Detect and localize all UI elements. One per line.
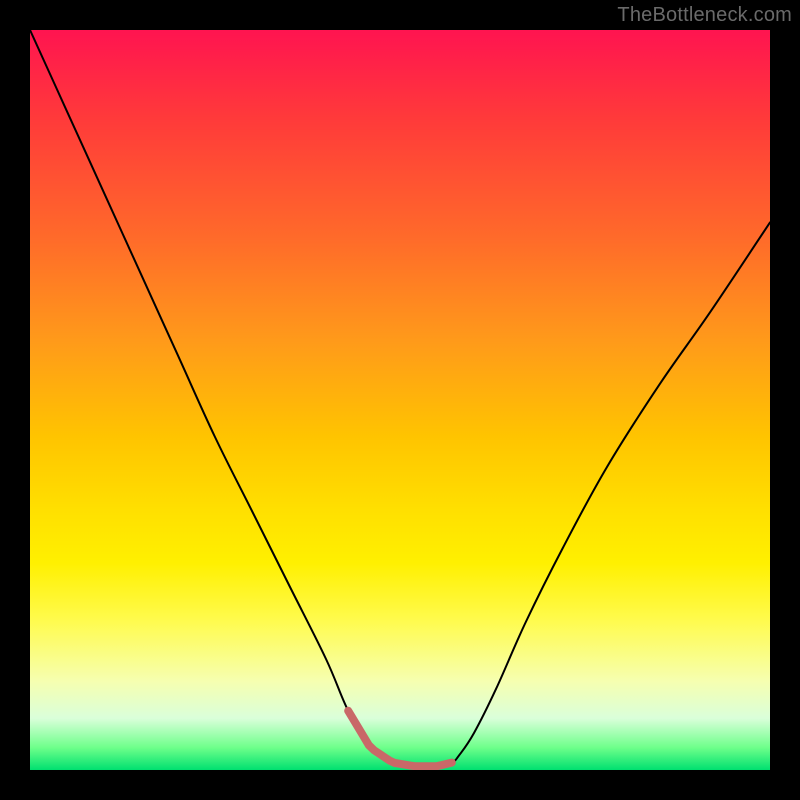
highlight-band [348,711,452,767]
chart-frame: TheBottleneck.com [0,0,800,800]
plot-area [30,30,770,770]
chart-svg [30,30,770,770]
curve-line [30,30,770,767]
watermark-text: TheBottleneck.com [617,4,792,27]
